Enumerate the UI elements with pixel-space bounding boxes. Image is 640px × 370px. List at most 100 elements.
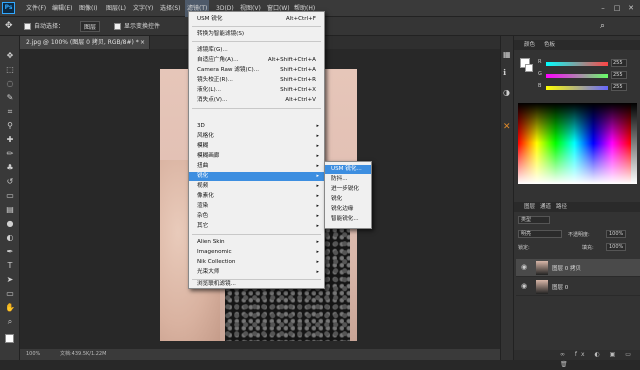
eyedropper-icon[interactable]: ⚲: [4, 120, 16, 132]
move-icon[interactable]: ✥: [4, 50, 16, 62]
show-transform-checkbox[interactable]: [114, 23, 121, 30]
opacity-input[interactable]: 100%: [606, 230, 626, 238]
healing-brush-icon[interactable]: ✚: [4, 134, 16, 146]
filter-item-stylize[interactable]: 风格化 ▸: [189, 132, 324, 141]
clone-stamp-icon[interactable]: ♣: [4, 162, 16, 174]
fill-input[interactable]: 100%: [606, 243, 626, 251]
minimize-button[interactable]: –: [598, 3, 608, 13]
adjustments-icon[interactable]: ◑: [503, 88, 510, 97]
filter-item-distort[interactable]: 扭曲 ▸: [189, 162, 324, 171]
properties-icon[interactable]: ℹ: [503, 68, 506, 77]
eraser-icon[interactable]: ▭: [4, 190, 16, 202]
move-tool-icon[interactable]: ✥: [5, 21, 13, 32]
menu-edit[interactable]: 编辑(E): [50, 0, 74, 17]
blend-mode-dropdown[interactable]: 明亮: [518, 230, 562, 238]
filter-item-3d[interactable]: 3D ▸: [189, 122, 324, 131]
filter-item-video[interactable]: 视频 ▸: [189, 182, 324, 191]
slider-green-track[interactable]: [546, 74, 608, 78]
layer-name[interactable]: 图层 0 拷贝: [552, 264, 581, 272]
filter-item-other[interactable]: 其它 ▸: [189, 222, 324, 231]
layer-filter-kind[interactable]: 类型: [518, 216, 550, 224]
filter-item-liquify[interactable]: 液化(L)... Shift+Ctrl+X: [189, 86, 324, 95]
visibility-eye-icon[interactable]: ◉: [521, 282, 527, 290]
menu-item-label: 消失点(V)...: [197, 97, 228, 103]
foreground-color-swatch[interactable]: [5, 334, 14, 343]
filter-item-camera-raw[interactable]: Camera Raw 滤镜(C)... Shift+Ctrl+A: [189, 66, 324, 75]
search-icon[interactable]: ⌕: [600, 21, 605, 32]
layers-footer-buttons[interactable]: ∞ fx ◐ ▣ ▭ 🗑: [514, 350, 640, 368]
lasso-icon[interactable]: ◌: [4, 78, 16, 90]
filter-item-usm-sharpen-last[interactable]: USM 锐化 Alt+Ctrl+F: [189, 15, 324, 24]
filter-item-blur[interactable]: 模糊 ▸: [189, 142, 324, 151]
close-button[interactable]: ✕: [626, 3, 636, 13]
dodge-icon[interactable]: ◐: [4, 232, 16, 244]
slider-red-track[interactable]: [546, 62, 608, 66]
tab-swatches[interactable]: 色板: [540, 40, 559, 50]
shape-icon[interactable]: ▭: [4, 288, 16, 300]
grayscale-strip[interactable]: [631, 103, 637, 184]
filter-item-blur-gallery[interactable]: 模糊画廊 ▸: [189, 152, 324, 161]
filter-item-gallery[interactable]: 滤镜库(G)...: [189, 46, 324, 55]
slider-blue-value[interactable]: 255: [611, 83, 627, 91]
menu-file[interactable]: 文件(F): [24, 0, 48, 17]
filter-item-browse-online[interactable]: 浏览联机滤镜...: [189, 280, 324, 289]
menu-image[interactable]: 图像(I): [77, 0, 99, 17]
tab-paths[interactable]: 路径: [552, 202, 571, 212]
menu-item-label: 扭曲: [197, 163, 209, 169]
menu-item-label: Imagenomic: [197, 249, 232, 255]
brush-icon[interactable]: ✏: [4, 148, 16, 160]
submenu-item-sharpen[interactable]: 锐化: [325, 195, 371, 204]
pen-icon[interactable]: ✒: [4, 246, 16, 258]
type-icon[interactable]: T: [4, 260, 16, 272]
filter-item-convert-smart[interactable]: 转换为智能滤镜(S): [189, 30, 324, 39]
color-panel-tabs: 颜色 色板: [514, 40, 640, 50]
gradient-icon[interactable]: ▤: [4, 204, 16, 216]
filter-item-imagenomic[interactable]: Imagenomic ▸: [189, 248, 324, 257]
hand-icon[interactable]: ✋: [4, 302, 16, 314]
filter-item-nik-collection[interactable]: Nik Collection ▸: [189, 258, 324, 267]
submenu-item-sharpen-edges[interactable]: 锐化边缘: [325, 205, 371, 214]
tab-color[interactable]: 颜色: [520, 40, 539, 50]
history-brush-icon[interactable]: ↺: [4, 176, 16, 188]
filter-item-beam-master[interactable]: 光束大师 ▸: [189, 268, 324, 277]
filter-item-lens-correction[interactable]: 镜头校正(R)... Shift+Ctrl+R: [189, 76, 324, 85]
filter-item-vanishing-point[interactable]: 消失点(V)... Alt+Ctrl+V: [189, 96, 324, 105]
auto-select-checkbox[interactable]: [24, 23, 31, 30]
slider-green-value[interactable]: 255: [611, 71, 627, 79]
maximize-button[interactable]: □: [612, 3, 622, 13]
blur-icon[interactable]: ●: [4, 218, 16, 230]
layer-name[interactable]: 图层 0: [552, 283, 568, 291]
filter-item-pixelate[interactable]: 像素化 ▸: [189, 192, 324, 201]
quick-select-icon[interactable]: ✎: [4, 92, 16, 104]
history-icon[interactable]: ▦: [503, 50, 511, 59]
auto-select-dropdown[interactable]: 图层: [80, 21, 101, 32]
submenu-arrow-icon: ▸: [316, 123, 319, 129]
path-select-icon[interactable]: ➤: [4, 274, 16, 286]
menu-type[interactable]: 文字(Y): [131, 0, 155, 17]
filter-item-sharpen[interactable]: 锐化 ▸: [189, 172, 324, 181]
slider-blue-track[interactable]: [546, 86, 608, 90]
crop-icon[interactable]: ⌗: [4, 106, 16, 118]
filter-item-render[interactable]: 渲染 ▸: [189, 202, 324, 211]
submenu-item-usm-sharpen[interactable]: USM 锐化...: [325, 165, 371, 174]
background-color-swatch[interactable]: [525, 64, 533, 72]
marquee-icon[interactable]: ⬚: [4, 64, 16, 76]
zoom-icon[interactable]: ⌕: [4, 316, 16, 328]
submenu-item-sharpen-more[interactable]: 进一步锐化: [325, 185, 371, 194]
layer-row-copy[interactable]: ◉ 图层 0 拷贝: [516, 259, 640, 277]
layer-row-base[interactable]: ◉ 图层 0: [516, 278, 640, 296]
submenu-item-smart-sharpen[interactable]: 智能锐化...: [325, 215, 371, 224]
menu-layer[interactable]: 图层(L): [104, 0, 128, 17]
tools-cross-icon[interactable]: ✕: [503, 122, 511, 132]
filter-item-adaptive-wide[interactable]: 自适应广角(A)... Alt+Shift+Ctrl+A: [189, 56, 324, 65]
tab-close-icon[interactable]: ×: [140, 36, 145, 49]
zoom-level[interactable]: 100%: [26, 349, 40, 360]
menu-item-shortcut: Alt+Ctrl+F: [285, 16, 316, 22]
slider-red-value[interactable]: 255: [611, 59, 627, 67]
menu-select[interactable]: 选择(S): [158, 0, 183, 17]
visibility-eye-icon[interactable]: ◉: [521, 263, 527, 271]
filter-item-alien-skin[interactable]: Alien Skin ▸: [189, 238, 324, 247]
document-tab[interactable]: 2.jpg @ 100% (图层 0 拷贝, RGB/8#) * ×: [20, 36, 150, 49]
filter-item-noise[interactable]: 杂色 ▸: [189, 212, 324, 221]
submenu-item-shake-reduction[interactable]: 防抖...: [325, 175, 371, 184]
